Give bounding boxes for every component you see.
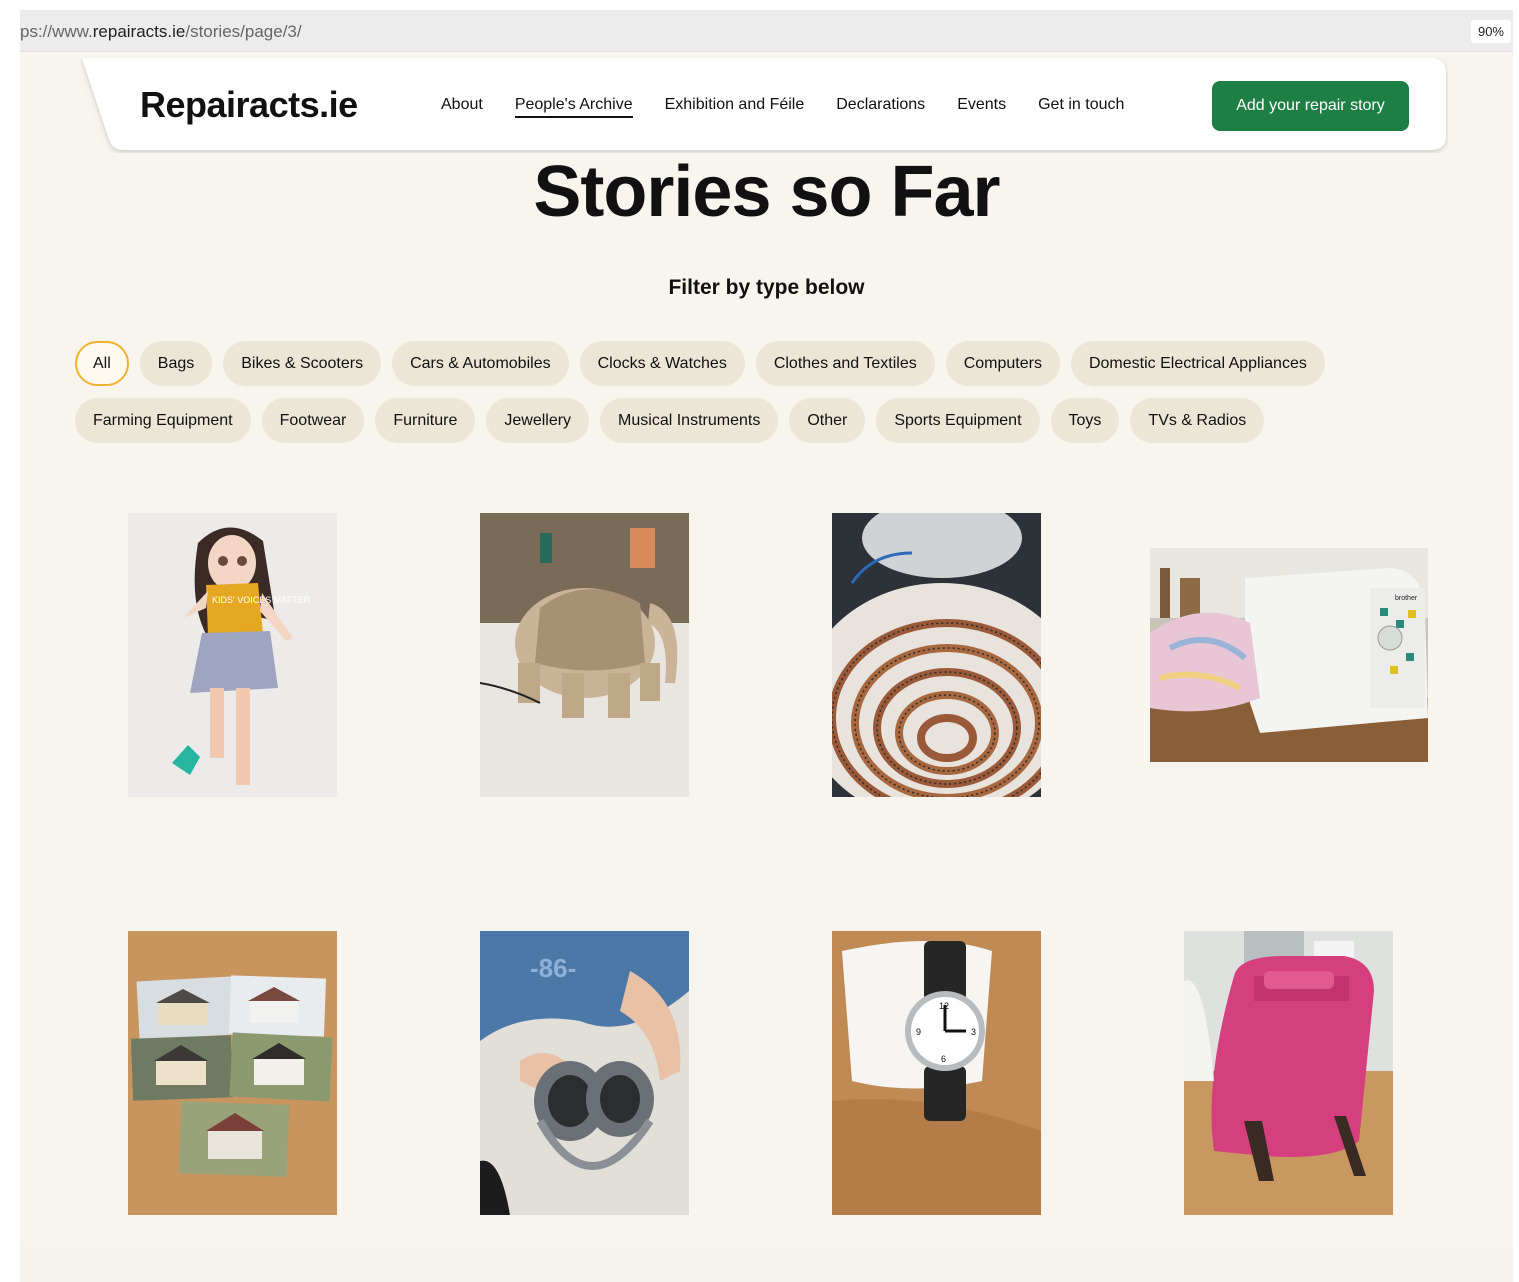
svg-text:9: 9 [916, 1027, 921, 1037]
filter-tvs-radios[interactable]: TVs & Radios [1130, 398, 1265, 443]
svg-text:6: 6 [941, 1054, 946, 1064]
elephant-image [480, 513, 689, 797]
nav-exhibition-and-feile[interactable]: Exhibition and Féile [665, 96, 805, 118]
page: Repairacts.ie About People's Archive Exh… [20, 52, 1513, 1282]
story-card-pink-tablet-case[interactable] [1184, 931, 1393, 1215]
filter-domestic-electrical-appliances[interactable]: Domestic Electrical Appliances [1070, 341, 1325, 386]
page-title: Stories so Far [533, 152, 1000, 232]
site-logo[interactable]: Repairacts.ie [140, 84, 358, 126]
doll-image: KIDS' VOICES MATTER [128, 513, 337, 797]
filter-computers[interactable]: Computers [945, 341, 1060, 386]
filter-footwear[interactable]: Footwear [261, 398, 365, 443]
story-card-sewing-machine[interactable]: brother [1150, 548, 1428, 762]
filter-farming-equipment[interactable]: Farming Equipment [75, 398, 251, 443]
filter-other[interactable]: Other [789, 398, 866, 443]
filter-musical-instruments[interactable]: Musical Instruments [600, 398, 779, 443]
headphones-image: -86- [480, 931, 689, 1215]
filter-bags[interactable]: Bags [139, 341, 213, 386]
url-path: /stories/page/3/ [185, 22, 302, 41]
nav-peoples-archive[interactable]: People's Archive [514, 96, 633, 118]
filter-clothes-textiles[interactable]: Clothes and Textiles [755, 341, 935, 386]
svg-text:12: 12 [939, 1001, 949, 1011]
shirt-print-text: -86- [530, 953, 576, 983]
filter-cars-automobiles[interactable]: Cars & Automobiles [392, 341, 569, 386]
nav-about[interactable]: About [441, 96, 483, 118]
wristwatch-image: 12 6 9 3 [832, 931, 1041, 1215]
filter-chips-row-1: All Bags Bikes & Scooters Cars & Automob… [75, 341, 1455, 386]
filter-jewellery[interactable]: Jewellery [486, 398, 590, 443]
filter-furniture[interactable]: Furniture [375, 398, 476, 443]
add-repair-story-button[interactable]: Add your repair story [1212, 81, 1409, 131]
sewing-machine-image: brother [1150, 548, 1428, 762]
nav-events[interactable]: Events [957, 96, 1006, 118]
main-nav: About People's Archive Exhibition and Fé… [441, 96, 1124, 118]
url-prefix: ps://www. [20, 22, 93, 41]
story-card-heating-coil[interactable] [832, 513, 1041, 797]
site-header: Repairacts.ie About People's Archive Exh… [80, 58, 1448, 153]
nav-get-in-touch[interactable]: Get in touch [1038, 96, 1124, 118]
filter-heading: Filter by type below [668, 276, 865, 299]
browser-address-bar[interactable]: ps://www.repairacts.ie/stories/page/3/ 9… [20, 10, 1513, 52]
story-card-cottage-photos[interactable] [128, 931, 337, 1215]
svg-text:3: 3 [971, 1027, 976, 1037]
filter-toys[interactable]: Toys [1050, 398, 1120, 443]
cottage-photos-image [128, 931, 337, 1215]
pink-tablet-case-image [1184, 931, 1393, 1215]
page-bottom-band [20, 1242, 1513, 1282]
filter-bikes-scooters[interactable]: Bikes & Scooters [223, 341, 382, 386]
filter-clocks-watches[interactable]: Clocks & Watches [579, 341, 745, 386]
story-card-elephant[interactable] [480, 513, 689, 797]
story-card-wristwatch[interactable]: 12 6 9 3 [832, 931, 1041, 1215]
filter-sports-equipment[interactable]: Sports Equipment [876, 398, 1040, 443]
story-card-headphones[interactable]: -86- [480, 931, 689, 1215]
story-card-doll[interactable]: KIDS' VOICES MATTER [128, 513, 337, 797]
sewing-machine-brand: brother [1395, 595, 1418, 602]
filter-chips-row-2: Farming Equipment Footwear Furniture Jew… [75, 398, 1455, 443]
zoom-level-badge[interactable]: 90% [1470, 20, 1511, 43]
filter-all[interactable]: All [75, 341, 129, 386]
nav-declarations[interactable]: Declarations [836, 96, 925, 118]
url-text[interactable]: ps://www.repairacts.ie/stories/page/3/ [20, 22, 302, 42]
url-domain: repairacts.ie [92, 22, 186, 41]
heating-coil-image [832, 513, 1041, 797]
